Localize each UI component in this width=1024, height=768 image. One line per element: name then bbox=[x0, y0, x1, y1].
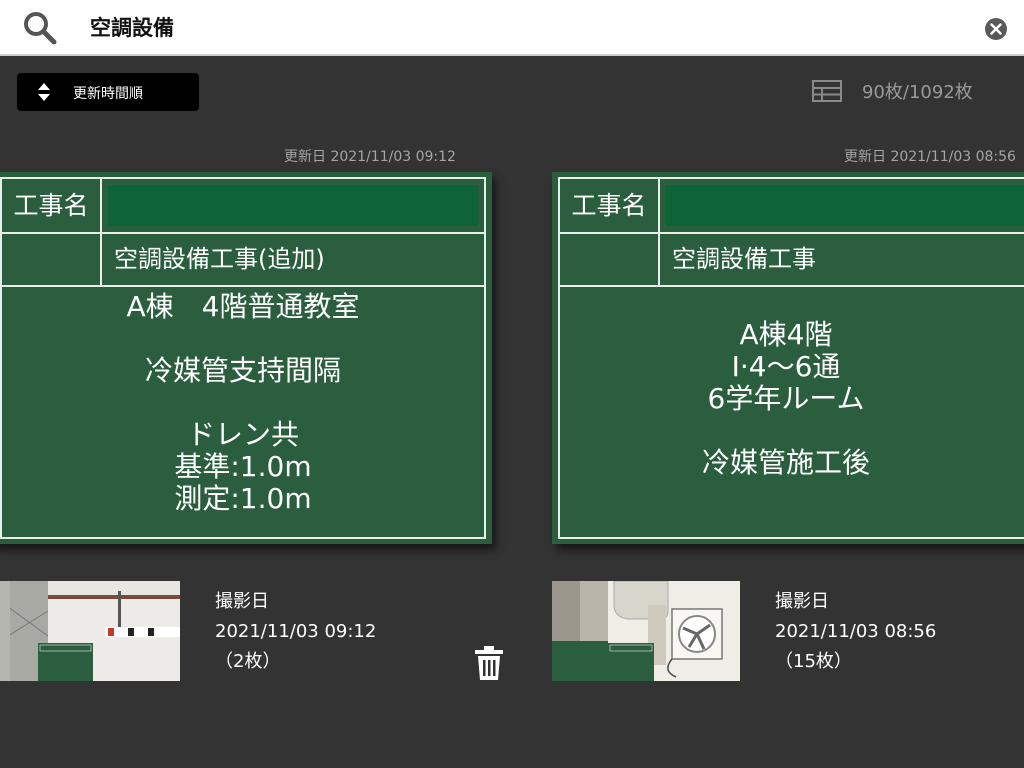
board-name-field bbox=[108, 185, 478, 226]
board-note: A棟4階 bbox=[739, 318, 833, 351]
board-subject: 空調設備工事(追加) bbox=[114, 245, 325, 273]
board-note bbox=[560, 415, 1012, 447]
shot-date: 2021/11/03 09:12 bbox=[215, 621, 377, 642]
close-circle-icon[interactable] bbox=[984, 17, 1008, 41]
shot-date-label: 撮影日 bbox=[215, 591, 269, 612]
board-note: 6学年ルーム bbox=[707, 382, 865, 415]
board-note bbox=[2, 323, 484, 355]
board-name-field bbox=[666, 185, 1024, 226]
board-note: 測定:1.0m bbox=[174, 482, 312, 515]
grid-view-icon[interactable] bbox=[812, 80, 842, 102]
updated-date: 更新日 2021/11/03 09:12 bbox=[284, 149, 456, 165]
board-note: 基準:1.0m bbox=[174, 450, 312, 483]
photo-thumbnail[interactable] bbox=[0, 581, 180, 681]
board-notes: A棟 4階普通教室 冷媒管支持間隔 ドレン共 基準:1.0m 測定:1.0m bbox=[2, 291, 484, 537]
board-note: Ⅰ·4〜6通 bbox=[731, 350, 841, 383]
blackboard: 工事名 空調設備工事(追加) A棟 4階普通教室 冷媒管支持間隔 ドレン共 基準… bbox=[0, 172, 492, 544]
board-notes: A棟4階 Ⅰ·4〜6通 6学年ルーム 冷媒管施工後 bbox=[560, 319, 1012, 537]
photo-info: 撮影日 2021/11/03 09:12 （2枚） bbox=[215, 587, 376, 677]
board-note: ドレン共 bbox=[186, 418, 299, 451]
board-note: A棟 4階普通教室 bbox=[126, 290, 360, 323]
shot-count: （2枚） bbox=[215, 651, 281, 672]
photo-count: 90枚/1092枚 bbox=[862, 82, 973, 103]
board-label: 工事名 bbox=[13, 191, 89, 220]
updated-date: 更新日 2021/11/03 08:56 bbox=[844, 149, 1016, 165]
photo-info: 撮影日 2021/11/03 08:56 （15枚） bbox=[775, 587, 936, 677]
shot-date: 2021/11/03 08:56 bbox=[775, 621, 937, 642]
search-icon[interactable] bbox=[22, 10, 58, 46]
search-input[interactable] bbox=[90, 10, 950, 44]
shot-count: （15枚） bbox=[775, 651, 852, 672]
board-note: 冷媒管支持間隔 bbox=[144, 354, 341, 387]
board-subject: 空調設備工事 bbox=[672, 245, 816, 273]
shot-date-label: 撮影日 bbox=[775, 591, 829, 612]
sort-label: 更新時間順 bbox=[73, 86, 143, 102]
search-bar bbox=[0, 0, 1024, 56]
trash-icon[interactable] bbox=[474, 646, 504, 680]
board-note bbox=[2, 387, 484, 419]
board-note: 冷媒管施工後 bbox=[701, 446, 870, 479]
sort-arrows-icon bbox=[38, 83, 50, 101]
blackboard: 工事名 空調設備工事 A棟4階 Ⅰ·4〜6通 6学年ルーム 冷媒管施工後 bbox=[552, 172, 1024, 544]
photo-thumbnail[interactable] bbox=[552, 581, 740, 681]
sort-button[interactable]: 更新時間順 bbox=[17, 73, 199, 111]
board-label: 工事名 bbox=[571, 191, 647, 220]
